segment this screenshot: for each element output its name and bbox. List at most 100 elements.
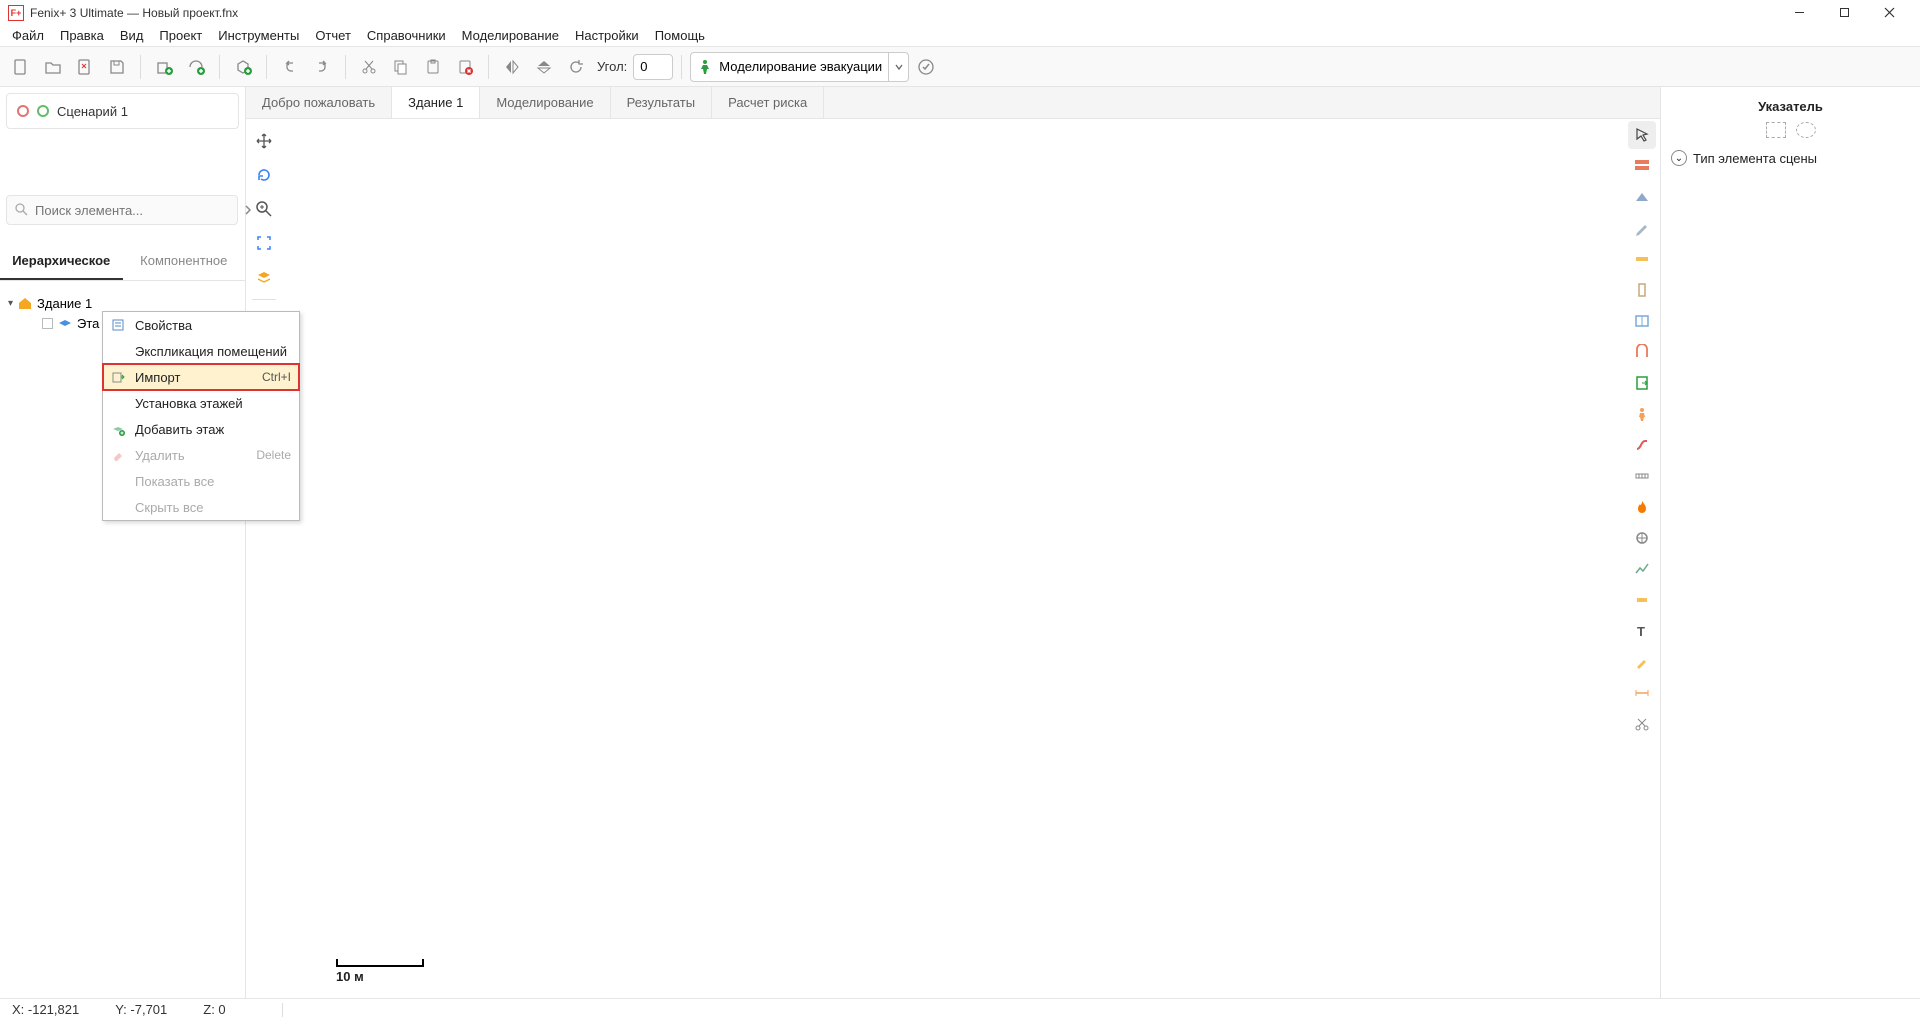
undo-icon[interactable] [275,52,305,82]
select-lasso-icon[interactable] [1796,122,1816,138]
properties-panel: Указатель ⌄ Тип элемента сцены [1660,87,1920,998]
cut-icon[interactable] [354,52,384,82]
person-tool-icon[interactable] [1628,400,1656,428]
fire-tool-icon[interactable] [1628,493,1656,521]
element-type-label: Тип элемента сцены [1693,151,1817,166]
save-icon[interactable] [102,52,132,82]
angle-input[interactable] [633,54,673,80]
sensor-tool-icon[interactable] [1628,586,1656,614]
context-properties[interactable]: Свойства [103,312,299,338]
add-cube-icon[interactable] [228,52,258,82]
menu-report[interactable]: Отчет [307,26,359,45]
scissors-tool-icon[interactable] [1628,710,1656,738]
checkbox-icon[interactable] [42,318,53,329]
redo-icon[interactable] [307,52,337,82]
route-tool-icon[interactable] [1628,431,1656,459]
menu-help[interactable]: Помощь [647,26,713,45]
maximize-button[interactable] [1822,0,1867,25]
opening-tool-icon[interactable] [1628,338,1656,366]
context-item-label: Установка этажей [135,396,291,411]
tab-welcome[interactable]: Добро пожаловать [246,87,392,118]
context-item-label: Свойства [135,318,291,333]
menu-modeling[interactable]: Моделирование [454,26,567,45]
fit-screen-icon[interactable] [250,229,278,257]
scenario-selector[interactable]: Сценарий 1 [6,93,239,129]
flip-v-icon[interactable] [529,52,559,82]
door-tool-icon[interactable] [1628,276,1656,304]
check-icon[interactable] [911,52,941,82]
menu-references[interactable]: Справочники [359,26,454,45]
tree-tabs: Иерархическое Компонентное [0,243,245,281]
close-button[interactable] [1867,0,1912,25]
text-tool-icon[interactable]: T [1628,617,1656,645]
layers-icon[interactable] [250,263,278,291]
document-tabs: Добро пожаловать Здание 1 Моделирование … [246,87,1660,119]
search-input[interactable] [6,195,238,225]
context-explication[interactable]: Экспликация помещений [103,338,299,364]
tab-results[interactable]: Результаты [611,87,712,118]
center-area: Добро пожаловать Здание 1 Моделирование … [246,87,1660,998]
close-doc-icon[interactable] [70,52,100,82]
scenario-status-green-icon [37,105,49,117]
right-tool-strip: T [1624,119,1660,738]
simulation-mode-dropdown[interactable] [889,52,909,82]
move-icon[interactable] [250,127,278,155]
roof-tool-icon[interactable] [1628,183,1656,211]
exit-tool-icon[interactable] [1628,369,1656,397]
flip-h-icon[interactable] [497,52,527,82]
menu-view[interactable]: Вид [112,26,152,45]
context-import[interactable]: Импорт Ctrl+I [103,364,299,390]
measure-tool-icon[interactable] [1628,462,1656,490]
new-doc-icon[interactable] [6,52,36,82]
rotate-icon[interactable] [561,52,591,82]
eraser-icon [109,448,127,462]
minimize-button[interactable] [1777,0,1822,25]
chart-tool-icon[interactable] [1628,555,1656,583]
pointer-tool-icon[interactable] [1628,121,1656,149]
simulation-mode-label: Моделирование эвакуации [719,59,882,74]
canvas[interactable]: 10 м [282,119,1624,998]
element-type-row[interactable]: ⌄ Тип элемента сцены [1671,150,1910,166]
copy-icon[interactable] [386,52,416,82]
select-rect-icon[interactable] [1766,122,1786,138]
floor-icon [57,315,73,331]
add-building-icon[interactable] [149,52,179,82]
app-icon: F+ [8,5,24,21]
dimension-tool-icon[interactable] [1628,679,1656,707]
beam-tool-icon[interactable] [1628,245,1656,273]
pencil-tool-icon[interactable] [1628,214,1656,242]
tab-hierarchical[interactable]: Иерархическое [0,243,123,280]
delete-paste-icon[interactable] [450,52,480,82]
wall-tool-icon[interactable] [1628,152,1656,180]
add-scenario-icon[interactable] [181,52,211,82]
refresh-icon[interactable] [250,161,278,189]
draw-tool-icon[interactable] [1628,648,1656,676]
menu-file[interactable]: Файл [4,26,52,45]
zoom-in-icon[interactable] [250,195,278,223]
menu-edit[interactable]: Правка [52,26,112,45]
selection-mode-icons [1671,122,1910,138]
tab-building[interactable]: Здание 1 [392,87,480,118]
open-icon[interactable] [38,52,68,82]
menu-project[interactable]: Проект [151,26,210,45]
toolbar: Угол: Моделирование эвакуации [0,47,1920,87]
paste-icon[interactable] [418,52,448,82]
expand-icon[interactable]: ▾ [8,298,13,309]
menu-tools[interactable]: Инструменты [210,26,307,45]
menu-settings[interactable]: Настройки [567,26,647,45]
tree-item-building[interactable]: ▾ Здание 1 [8,293,237,313]
properties-title: Указатель [1671,95,1910,122]
scale-label: 10 м [336,969,364,984]
scenario-status-red-icon [17,105,29,117]
simulation-mode-select[interactable]: Моделирование эвакуации [690,52,889,82]
context-hide-all: Скрыть все [103,494,299,520]
tab-modeling[interactable]: Моделирование [480,87,610,118]
tab-component[interactable]: Компонентное [123,243,246,280]
window-tool-icon[interactable] [1628,307,1656,335]
target-tool-icon[interactable] [1628,524,1656,552]
context-set-floors[interactable]: Установка этажей [103,390,299,416]
tab-risk[interactable]: Расчет риска [712,87,824,118]
context-item-label: Экспликация помещений [135,344,291,359]
context-item-shortcut: Delete [256,448,291,462]
context-add-floor[interactable]: Добавить этаж [103,416,299,442]
